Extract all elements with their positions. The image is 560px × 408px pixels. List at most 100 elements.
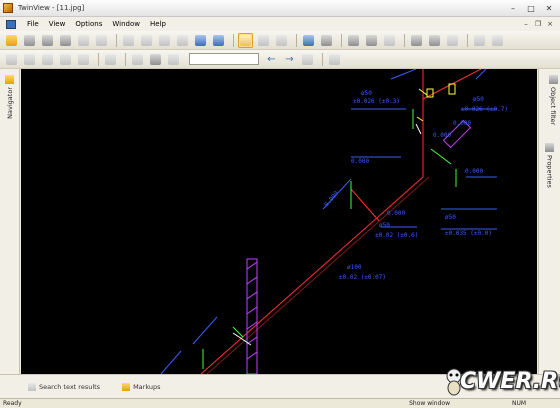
print-button[interactable] bbox=[22, 33, 37, 48]
options-button[interactable] bbox=[327, 52, 342, 67]
export-button[interactable] bbox=[94, 33, 109, 48]
hyperlink-icon bbox=[168, 53, 179, 65]
compare-icon bbox=[303, 34, 314, 46]
snap-icon bbox=[132, 53, 143, 65]
back-button[interactable]: ← bbox=[264, 52, 279, 67]
drawing-canvas[interactable]: ø50 ±0.026 (±0.3) ø50 ±0.026 (±0.7) 0.00… bbox=[21, 69, 537, 374]
zoom-prev-icon bbox=[177, 34, 188, 46]
zoom-out-button[interactable] bbox=[211, 33, 226, 48]
history-button[interactable] bbox=[300, 52, 315, 67]
mdi-minimize-button[interactable]: – bbox=[520, 20, 532, 28]
markups-icon bbox=[122, 382, 131, 391]
tab-navigator[interactable]: Navigator bbox=[5, 75, 14, 119]
zoom-fit-button[interactable] bbox=[157, 33, 172, 48]
settings-button[interactable] bbox=[490, 33, 505, 48]
pipe-main-edge bbox=[206, 176, 430, 374]
document-icon[interactable] bbox=[6, 19, 16, 29]
menu-options[interactable]: Options bbox=[70, 20, 107, 28]
label-l4: ±0.035 (±0.0) bbox=[445, 230, 492, 237]
overlay-button[interactable] bbox=[319, 33, 334, 48]
markup-pen-button[interactable] bbox=[4, 52, 19, 67]
settings-icon bbox=[492, 34, 503, 46]
tab-search-text-results[interactable]: Search text results bbox=[28, 382, 101, 391]
tab-object-filter[interactable]: Object filter bbox=[545, 75, 560, 125]
search-input[interactable] bbox=[189, 53, 259, 65]
hand-icon bbox=[240, 34, 251, 46]
pan-button[interactable] bbox=[238, 32, 253, 48]
label-d50-mid: ø50 bbox=[379, 222, 390, 229]
watermark: CWER.RU bbox=[442, 366, 560, 400]
page-first-button[interactable] bbox=[346, 33, 361, 48]
print-setup-icon bbox=[60, 34, 71, 46]
zoom-window-button[interactable] bbox=[139, 33, 154, 48]
menu-window[interactable]: Window bbox=[107, 20, 145, 28]
zoom-prev-button[interactable] bbox=[175, 33, 190, 48]
markup-toolbar: ← → bbox=[0, 50, 560, 69]
select-button[interactable] bbox=[121, 33, 136, 48]
compare-button[interactable] bbox=[301, 33, 316, 48]
label-d50-right: ø50 bbox=[473, 96, 484, 103]
export-icon bbox=[96, 34, 107, 46]
mdi-close-button[interactable]: × bbox=[544, 20, 556, 28]
pipe-main bbox=[200, 176, 424, 374]
print-setup-button[interactable] bbox=[58, 33, 73, 48]
pipe-stub bbox=[350, 188, 380, 222]
preview-icon bbox=[42, 34, 53, 46]
menu-help[interactable]: Help bbox=[145, 20, 171, 28]
close-button[interactable]: ✕ bbox=[540, 1, 558, 16]
rotate-right-icon bbox=[276, 34, 287, 46]
rectangle-icon bbox=[42, 53, 53, 65]
status-show-window[interactable]: Show window bbox=[409, 400, 450, 407]
label-d100: ø100 bbox=[347, 264, 362, 271]
markup-stamp-button[interactable] bbox=[76, 52, 91, 67]
search-icon bbox=[28, 382, 36, 391]
grid-button[interactable] bbox=[445, 33, 460, 48]
layers-button[interactable] bbox=[472, 33, 487, 48]
tab-markups[interactable]: Markups bbox=[122, 382, 161, 391]
label-d50-mid2: ø50 bbox=[445, 214, 456, 221]
forward-button[interactable]: → bbox=[282, 52, 297, 67]
measure-icon bbox=[105, 53, 116, 65]
markup-line-button[interactable] bbox=[22, 52, 37, 67]
rotate-left-button[interactable] bbox=[256, 33, 271, 48]
label-l3: ±0.02 (±0.6) bbox=[375, 232, 418, 239]
view-mode-icon bbox=[429, 34, 440, 46]
text-icon bbox=[60, 53, 71, 65]
print-preview-button[interactable] bbox=[40, 33, 55, 48]
options-icon bbox=[329, 53, 340, 65]
label-l5: ±0.02 (±0.07) bbox=[339, 274, 386, 281]
label-v2: 0.000 bbox=[433, 132, 451, 139]
page-first-icon bbox=[348, 34, 359, 46]
menu-file[interactable]: File bbox=[22, 20, 44, 28]
markup-rect-button[interactable] bbox=[40, 52, 55, 67]
maximize-button[interactable]: □ bbox=[522, 1, 540, 16]
minimize-button[interactable]: – bbox=[504, 1, 522, 16]
zoom-in-button[interactable] bbox=[193, 33, 208, 48]
title-bar: TwinView - [11.jpg] – □ ✕ bbox=[0, 0, 560, 17]
capture-button[interactable] bbox=[148, 52, 163, 67]
hyperlink-button[interactable] bbox=[166, 52, 181, 67]
view-mode-button[interactable] bbox=[427, 33, 442, 48]
capture-icon bbox=[150, 53, 161, 65]
tab-search-label: Search text results bbox=[39, 382, 101, 391]
isometric-drawing: ø50 ±0.026 (±0.3) ø50 ±0.026 (±0.7) 0.00… bbox=[160, 69, 508, 374]
label-v3: 0.000 bbox=[351, 158, 369, 165]
menu-view[interactable]: View bbox=[44, 20, 71, 28]
page-next-button[interactable] bbox=[364, 33, 379, 48]
snap-button[interactable] bbox=[130, 52, 145, 67]
page-next-icon bbox=[366, 34, 377, 46]
rotate-right-button[interactable] bbox=[274, 33, 289, 48]
filter-icon bbox=[548, 75, 558, 84]
main-toolbar bbox=[0, 31, 560, 50]
layout-button[interactable] bbox=[409, 33, 424, 48]
status-ready: Ready bbox=[3, 400, 22, 407]
tab-properties[interactable]: Properties bbox=[545, 143, 554, 188]
layers-icon bbox=[474, 34, 485, 46]
measure-button[interactable] bbox=[103, 52, 118, 67]
scan-button[interactable] bbox=[76, 33, 91, 48]
open-button[interactable] bbox=[4, 33, 19, 48]
markup-text-button[interactable] bbox=[58, 52, 73, 67]
mdi-restore-button[interactable]: ❐ bbox=[532, 20, 544, 28]
refresh-button[interactable] bbox=[382, 33, 397, 48]
label-d50-top: ø50 bbox=[361, 90, 372, 97]
